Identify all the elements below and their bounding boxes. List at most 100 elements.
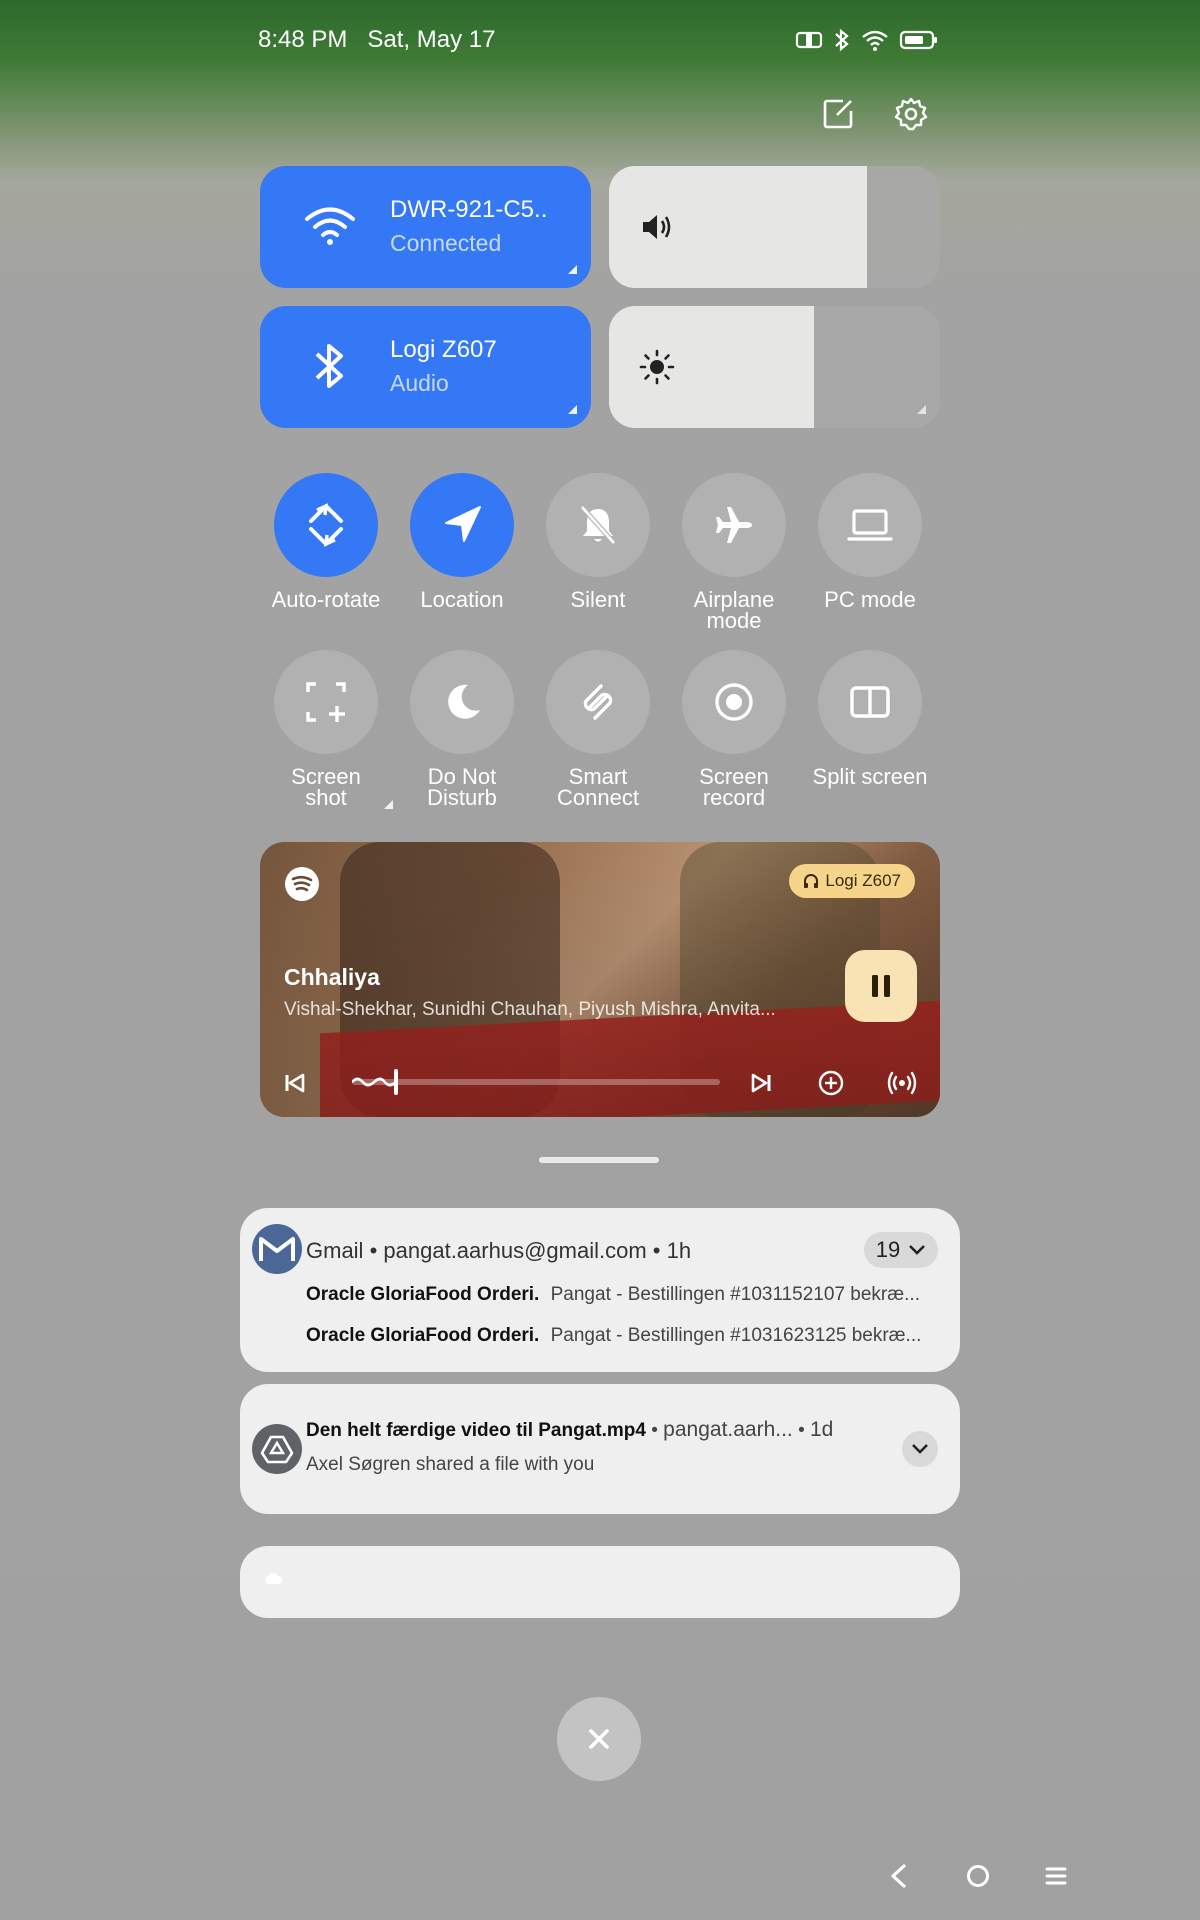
brightness-icon <box>639 349 675 385</box>
toggle-label: Do Not Disturb <box>427 764 497 810</box>
home-icon <box>967 1865 989 1887</box>
sender: Oracle GloriaFood Orderi. <box>306 1284 540 1305</box>
chevron-down-icon <box>909 1245 926 1255</box>
progress-track[interactable] <box>352 1069 720 1095</box>
toggle-label: Smart Connect <box>557 764 639 810</box>
status-time-date: 8:48 PM Sat, May 17 <box>258 26 495 54</box>
location-icon <box>410 473 514 577</box>
close-icon <box>589 1729 609 1749</box>
notification-header: Den helt færdige video til Pangat.mp4 • … <box>306 1418 834 1441</box>
expand-button[interactable] <box>902 1431 938 1467</box>
expand-count-button[interactable]: 19 <box>864 1232 938 1268</box>
moon-icon <box>410 650 514 754</box>
gmail-notification[interactable]: Gmail • pangat.aarhus@gmail.com • 1h 19 … <box>240 1208 960 1372</box>
volume-icon <box>643 215 671 239</box>
collapsed-notification[interactable] <box>240 1546 960 1618</box>
toggle-do-not-disturb[interactable]: Do Not Disturb <box>394 650 530 810</box>
toggle-label: Auto-rotate <box>271 587 381 612</box>
wifi-icon <box>300 196 360 256</box>
device-badge-label: Logi Z607 <box>825 871 901 890</box>
track-title: Chhaliya <box>284 964 380 990</box>
subject: Pangat - Bestillingen #1031623125 bekræ.… <box>550 1325 922 1346</box>
chevron-down-icon <box>912 1444 928 1454</box>
expand-corner-icon[interactable] <box>917 405 926 414</box>
list-item[interactable]: Oracle GloriaFood Orderi. Pangat - Besti… <box>306 1284 946 1306</box>
progress-fill <box>352 1077 397 1087</box>
drive-notification[interactable]: Den helt færdige video til Pangat.mp4 • … <box>240 1384 960 1514</box>
battery-icon <box>899 29 939 56</box>
recents-button[interactable] <box>1034 1854 1078 1898</box>
record-icon <box>682 650 786 754</box>
pause-icon <box>872 975 890 997</box>
back-icon <box>891 1864 906 1888</box>
toggle-label: Screen record <box>699 764 769 810</box>
add-circle-icon <box>818 1070 844 1096</box>
skip-next-icon <box>751 1073 771 1093</box>
toggle-auto-rotate[interactable]: Auto-rotate <box>258 473 394 612</box>
message-count: 19 <box>875 1237 901 1262</box>
subject: Pangat - Bestillingen #1031152107 bekræ.… <box>550 1284 920 1305</box>
toggle-label: Silent <box>570 587 626 612</box>
list-item[interactable]: Oracle GloriaFood Orderi. Pangat - Besti… <box>306 1325 946 1347</box>
bluetooth-device-name: Logi Z607 <box>390 336 497 363</box>
bluetooth-tile[interactable]: Logi Z607 Audio <box>260 306 591 428</box>
toggle-location[interactable]: Location <box>394 473 530 612</box>
toggle-smart-connect[interactable]: Smart Connect <box>530 650 666 810</box>
screenshot-icon <box>274 650 378 754</box>
toggle-screen-record[interactable]: Screen record <box>666 650 802 810</box>
wifi-status: Connected <box>390 230 502 256</box>
toggle-label: Location <box>420 587 504 612</box>
previous-button[interactable] <box>282 1070 312 1100</box>
connect-device-button[interactable] <box>887 1069 917 1099</box>
toggle-split-screen[interactable]: Split screen <box>802 650 938 789</box>
notification-header: Gmail • pangat.aarhus@gmail.com • 1h <box>306 1238 692 1263</box>
skip-previous-icon <box>285 1073 305 1093</box>
home-button[interactable] <box>956 1854 1000 1898</box>
pause-button[interactable] <box>845 950 917 1022</box>
wifi-tile[interactable]: DWR-921-C5.. Connected <box>260 166 591 288</box>
edit-icon[interactable] <box>812 88 864 140</box>
toggle-screen-shot[interactable]: Screen shot <box>258 650 394 810</box>
toggle-silent[interactable]: Silent <box>530 473 666 612</box>
notification-title: Den helt færdige video til Pangat.mp4 <box>306 1420 646 1441</box>
notification-body: Axel Søgren shared a file with you <box>306 1454 595 1475</box>
toggle-airplane-mode[interactable]: Airplane mode <box>666 473 802 633</box>
spotify-icon[interactable] <box>285 867 319 901</box>
laptop-icon <box>818 473 922 577</box>
next-button[interactable] <box>748 1070 778 1100</box>
progress-thumb[interactable] <box>394 1069 399 1095</box>
clear-all-button[interactable] <box>557 1697 641 1781</box>
app-name: Gmail <box>306 1238 364 1263</box>
smart-connect-icon <box>546 650 650 754</box>
vibrate-icon <box>795 30 823 55</box>
gmail-icon <box>252 1224 302 1274</box>
bluetooth-icon <box>833 28 851 57</box>
toggle-label: Split screen <box>812 764 928 789</box>
auto-rotate-icon <box>274 473 378 577</box>
notification-time: 1d <box>810 1418 834 1441</box>
panel-drag-handle[interactable] <box>539 1157 659 1163</box>
volume-slider[interactable] <box>609 166 940 288</box>
headphones-icon <box>804 874 819 888</box>
brightness-slider[interactable] <box>609 306 940 428</box>
settings-icon[interactable] <box>885 88 937 140</box>
expand-corner-icon[interactable] <box>568 405 577 414</box>
wifi-icon <box>861 29 889 56</box>
bluetooth-status: Audio <box>390 370 449 396</box>
media-player[interactable]: Logi Z607 Chhaliya Vishal-Shekhar, Sunid… <box>260 842 940 1117</box>
menu-icon <box>1045 1867 1067 1885</box>
account-email: pangat.aarhus@gmail.com <box>383 1238 647 1263</box>
output-device-badge[interactable]: Logi Z607 <box>789 864 915 898</box>
wifi-network-name: DWR-921-C5.. <box>390 196 548 223</box>
expand-corner-icon[interactable] <box>384 800 393 809</box>
track-artists: Vishal-Shekhar, Sunidhi Chauhan, Piyush … <box>284 999 776 1020</box>
toggle-pc-mode[interactable]: PC mode <box>802 473 938 611</box>
split-screen-icon <box>818 650 922 754</box>
broadcast-icon <box>887 1071 917 1095</box>
status-icons <box>795 28 939 57</box>
toggle-label: Screen shot <box>291 764 361 810</box>
back-button[interactable] <box>876 1854 920 1898</box>
add-to-library-button[interactable] <box>817 1069 847 1099</box>
toggle-label: Airplane mode <box>693 587 775 633</box>
expand-corner-icon[interactable] <box>568 265 577 274</box>
